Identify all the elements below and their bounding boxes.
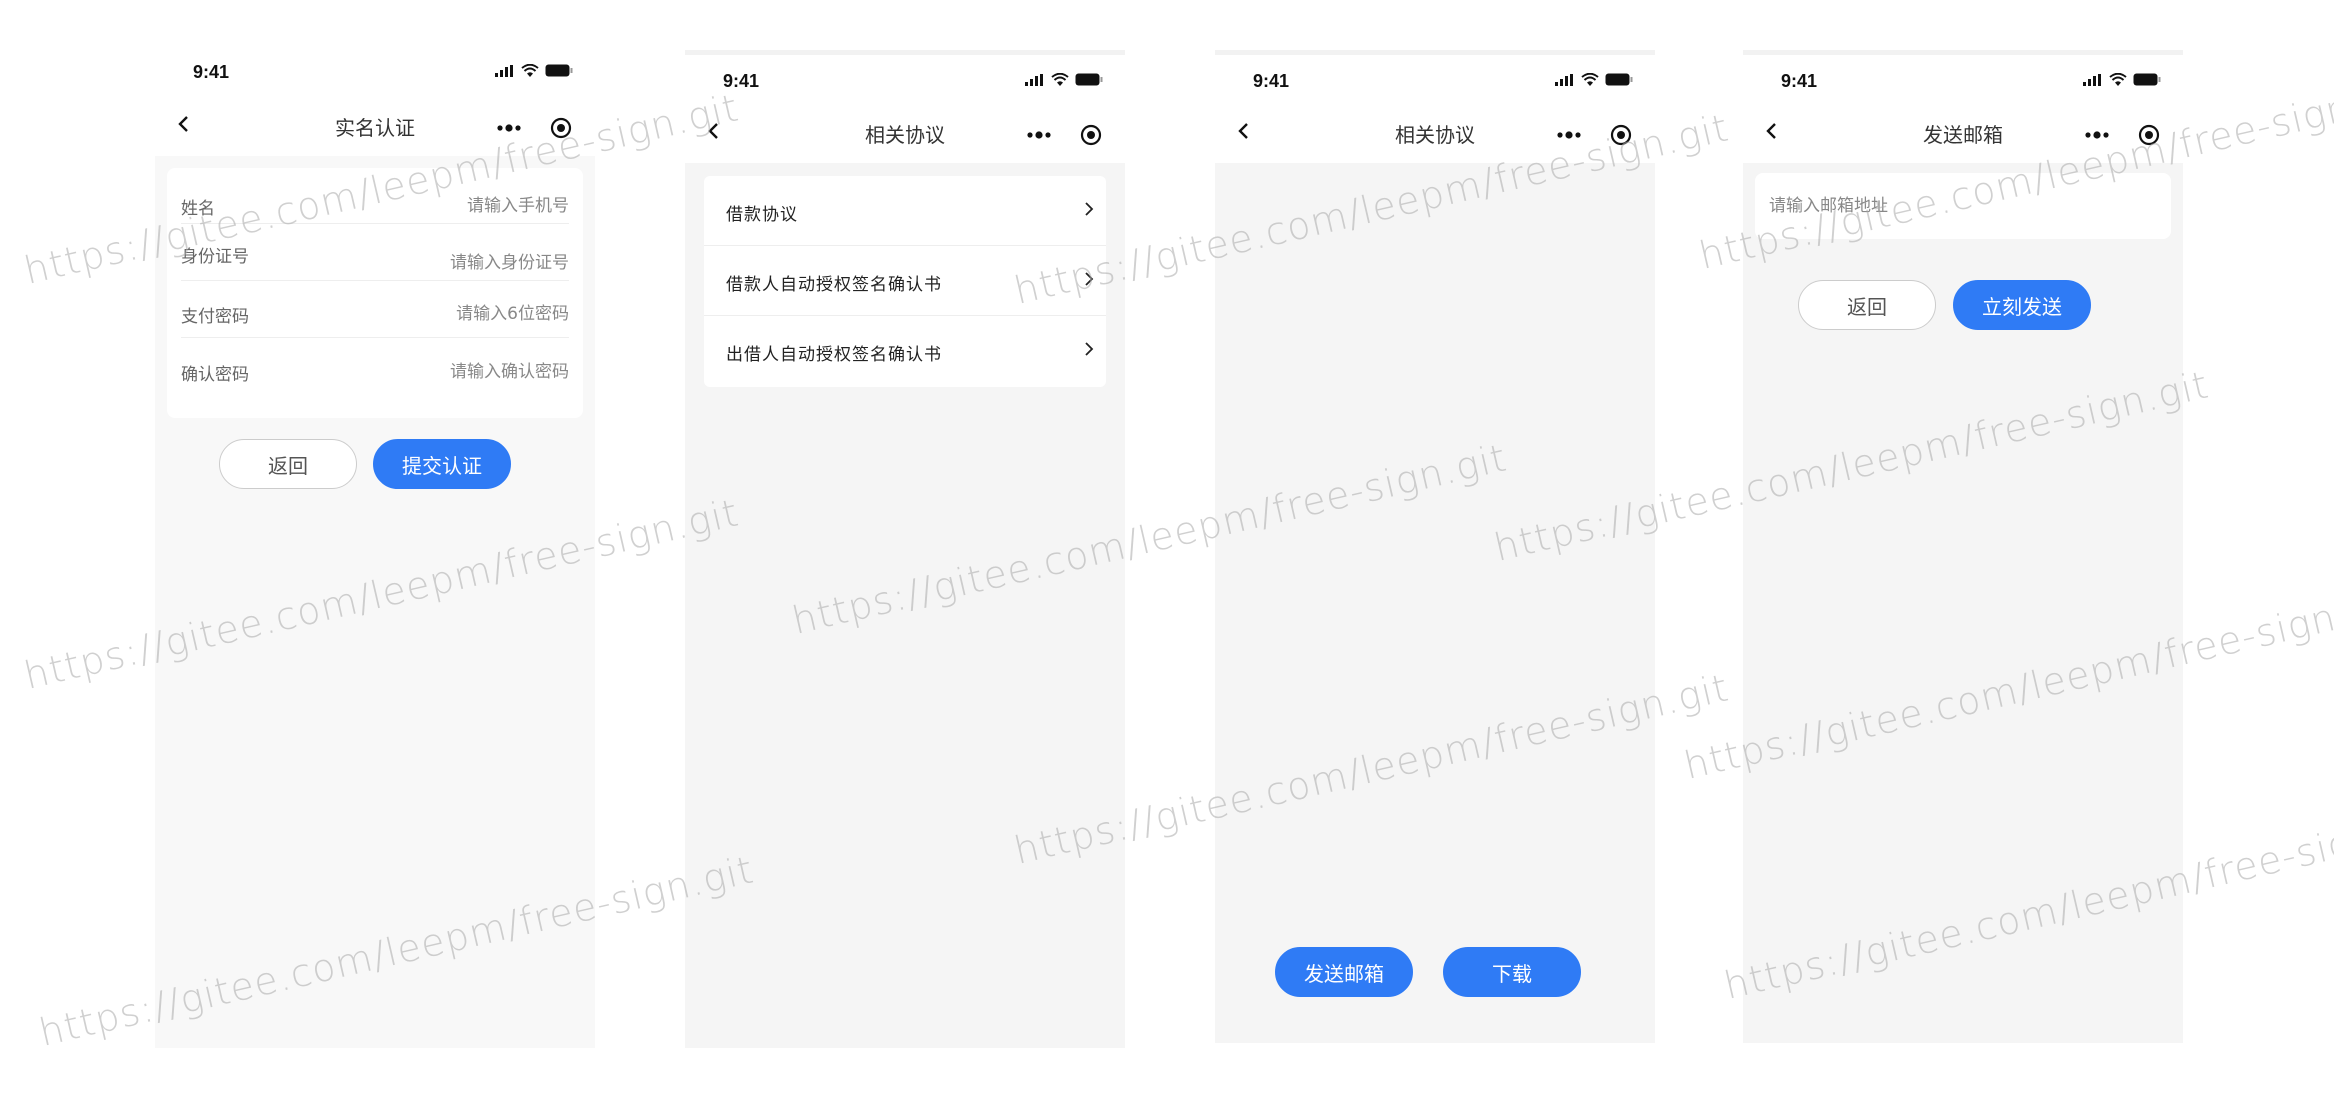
screen-send-email: 9:41 发送邮箱 返回 立刻发送 xyxy=(1743,50,2183,1043)
agreement-list: 借款协议 借款人自动授权签名确认书 出借人自动授权签名确认书 xyxy=(704,176,1106,387)
more-icon xyxy=(1027,131,1051,139)
more-icon xyxy=(497,124,521,132)
back-button[interactable]: 返回 xyxy=(219,439,357,489)
wifi-icon xyxy=(521,64,539,77)
capsule-menu xyxy=(1013,117,1117,153)
submit-auth-button[interactable]: 提交认证 xyxy=(373,439,511,489)
chevron-right-icon xyxy=(1085,342,1094,356)
capsule-menu xyxy=(483,110,587,146)
status-bar: 9:41 xyxy=(685,55,1125,105)
signal-icon xyxy=(2083,73,2101,86)
more-button[interactable] xyxy=(1013,117,1065,153)
status-icons xyxy=(2083,73,2161,86)
capsule-menu xyxy=(1543,117,1647,153)
email-field[interactable] xyxy=(1769,191,2157,221)
email-card xyxy=(1755,173,2171,239)
status-bar: 9:41 xyxy=(155,50,595,100)
more-icon xyxy=(1557,131,1581,139)
content-area: 借款协议 借款人自动授权签名确认书 出借人自动授权签名确认书 xyxy=(685,163,1125,1048)
battery-icon xyxy=(1605,73,1633,86)
document-area xyxy=(1215,163,1655,1043)
nav-bar: 发送邮箱 xyxy=(1743,107,2183,163)
form-row-id-number: 身份证号 xyxy=(181,225,569,281)
close-button[interactable] xyxy=(535,110,587,146)
chevron-right-icon xyxy=(1085,202,1094,216)
status-icons xyxy=(1555,73,1633,86)
close-target-icon xyxy=(2138,124,2160,146)
status-time: 9:41 xyxy=(1781,71,1818,91)
pay-password-label: 支付密码 xyxy=(181,307,249,327)
id-number-input[interactable] xyxy=(399,249,569,277)
form-row-confirm-password: 确认密码 xyxy=(181,340,569,396)
list-item-loan-agreement[interactable]: 借款协议 xyxy=(704,176,1106,246)
screen-real-name-auth: 9:41 实名认证 姓名 身份证号 xyxy=(155,50,595,1048)
send-now-button[interactable]: 立刻发送 xyxy=(1953,280,2091,330)
status-icons xyxy=(495,64,573,77)
close-target-icon xyxy=(550,117,572,139)
list-item-label: 出借人自动授权签名确认书 xyxy=(726,345,942,365)
status-bar: 9:41 xyxy=(1215,55,1655,105)
back-button[interactable]: 返回 xyxy=(1798,280,1936,330)
status-bar: 9:41 xyxy=(1743,55,2183,105)
more-button[interactable] xyxy=(1543,117,1595,153)
wifi-icon xyxy=(1051,73,1069,86)
close-target-icon xyxy=(1080,124,1102,146)
list-item-borrower-authorization[interactable]: 借款人自动授权签名确认书 xyxy=(704,246,1106,316)
battery-icon xyxy=(1075,73,1103,86)
form-row-pay-password: 支付密码 xyxy=(181,282,569,338)
close-button[interactable] xyxy=(1595,117,1647,153)
send-email-button[interactable]: 发送邮箱 xyxy=(1275,947,1413,997)
battery-icon xyxy=(2133,73,2161,86)
list-item-label: 借款协议 xyxy=(726,205,798,225)
chevron-right-icon xyxy=(1085,272,1094,286)
form-row-name: 姓名 xyxy=(181,168,569,224)
name-input[interactable] xyxy=(399,192,569,220)
content-area: 姓名 身份证号 支付密码 确认密码 xyxy=(155,156,595,1048)
battery-icon xyxy=(545,64,573,77)
wifi-icon xyxy=(2109,73,2127,86)
close-button[interactable] xyxy=(1065,117,1117,153)
nav-bar: 实名认证 xyxy=(155,100,595,156)
close-target-icon xyxy=(1610,124,1632,146)
more-button[interactable] xyxy=(483,110,535,146)
list-item-label: 借款人自动授权签名确认书 xyxy=(726,275,942,295)
more-button[interactable] xyxy=(2071,117,2123,153)
signal-icon xyxy=(1555,73,1573,86)
id-number-label: 身份证号 xyxy=(181,247,249,267)
signal-icon xyxy=(495,64,513,77)
nav-bar: 相关协议 xyxy=(685,107,1125,163)
name-label: 姓名 xyxy=(181,199,215,219)
more-icon xyxy=(2085,131,2109,139)
download-button[interactable]: 下载 xyxy=(1443,947,1581,997)
nav-bar: 相关协议 xyxy=(1215,107,1655,163)
status-time: 9:41 xyxy=(193,62,230,82)
status-icons xyxy=(1025,73,1103,86)
confirm-password-input[interactable] xyxy=(399,358,569,386)
close-button[interactable] xyxy=(2123,117,2175,153)
confirm-password-label: 确认密码 xyxy=(181,365,249,385)
capsule-menu xyxy=(2071,117,2175,153)
screen-agreements: 9:41 相关协议 借款协议 借款人自动授权签名确认书 出借人自动授权签名确认书 xyxy=(685,50,1125,1048)
status-time: 9:41 xyxy=(1253,71,1290,91)
signal-icon xyxy=(1025,73,1043,86)
pay-password-input[interactable] xyxy=(399,300,569,328)
screen-agreement-detail: 9:41 相关协议 发送邮箱 下载 xyxy=(1215,50,1655,1043)
wifi-icon xyxy=(1581,73,1599,86)
status-time: 9:41 xyxy=(723,71,760,91)
form-card: 姓名 身份证号 支付密码 确认密码 xyxy=(167,168,583,418)
list-item-lender-authorization[interactable]: 出借人自动授权签名确认书 xyxy=(704,316,1106,386)
